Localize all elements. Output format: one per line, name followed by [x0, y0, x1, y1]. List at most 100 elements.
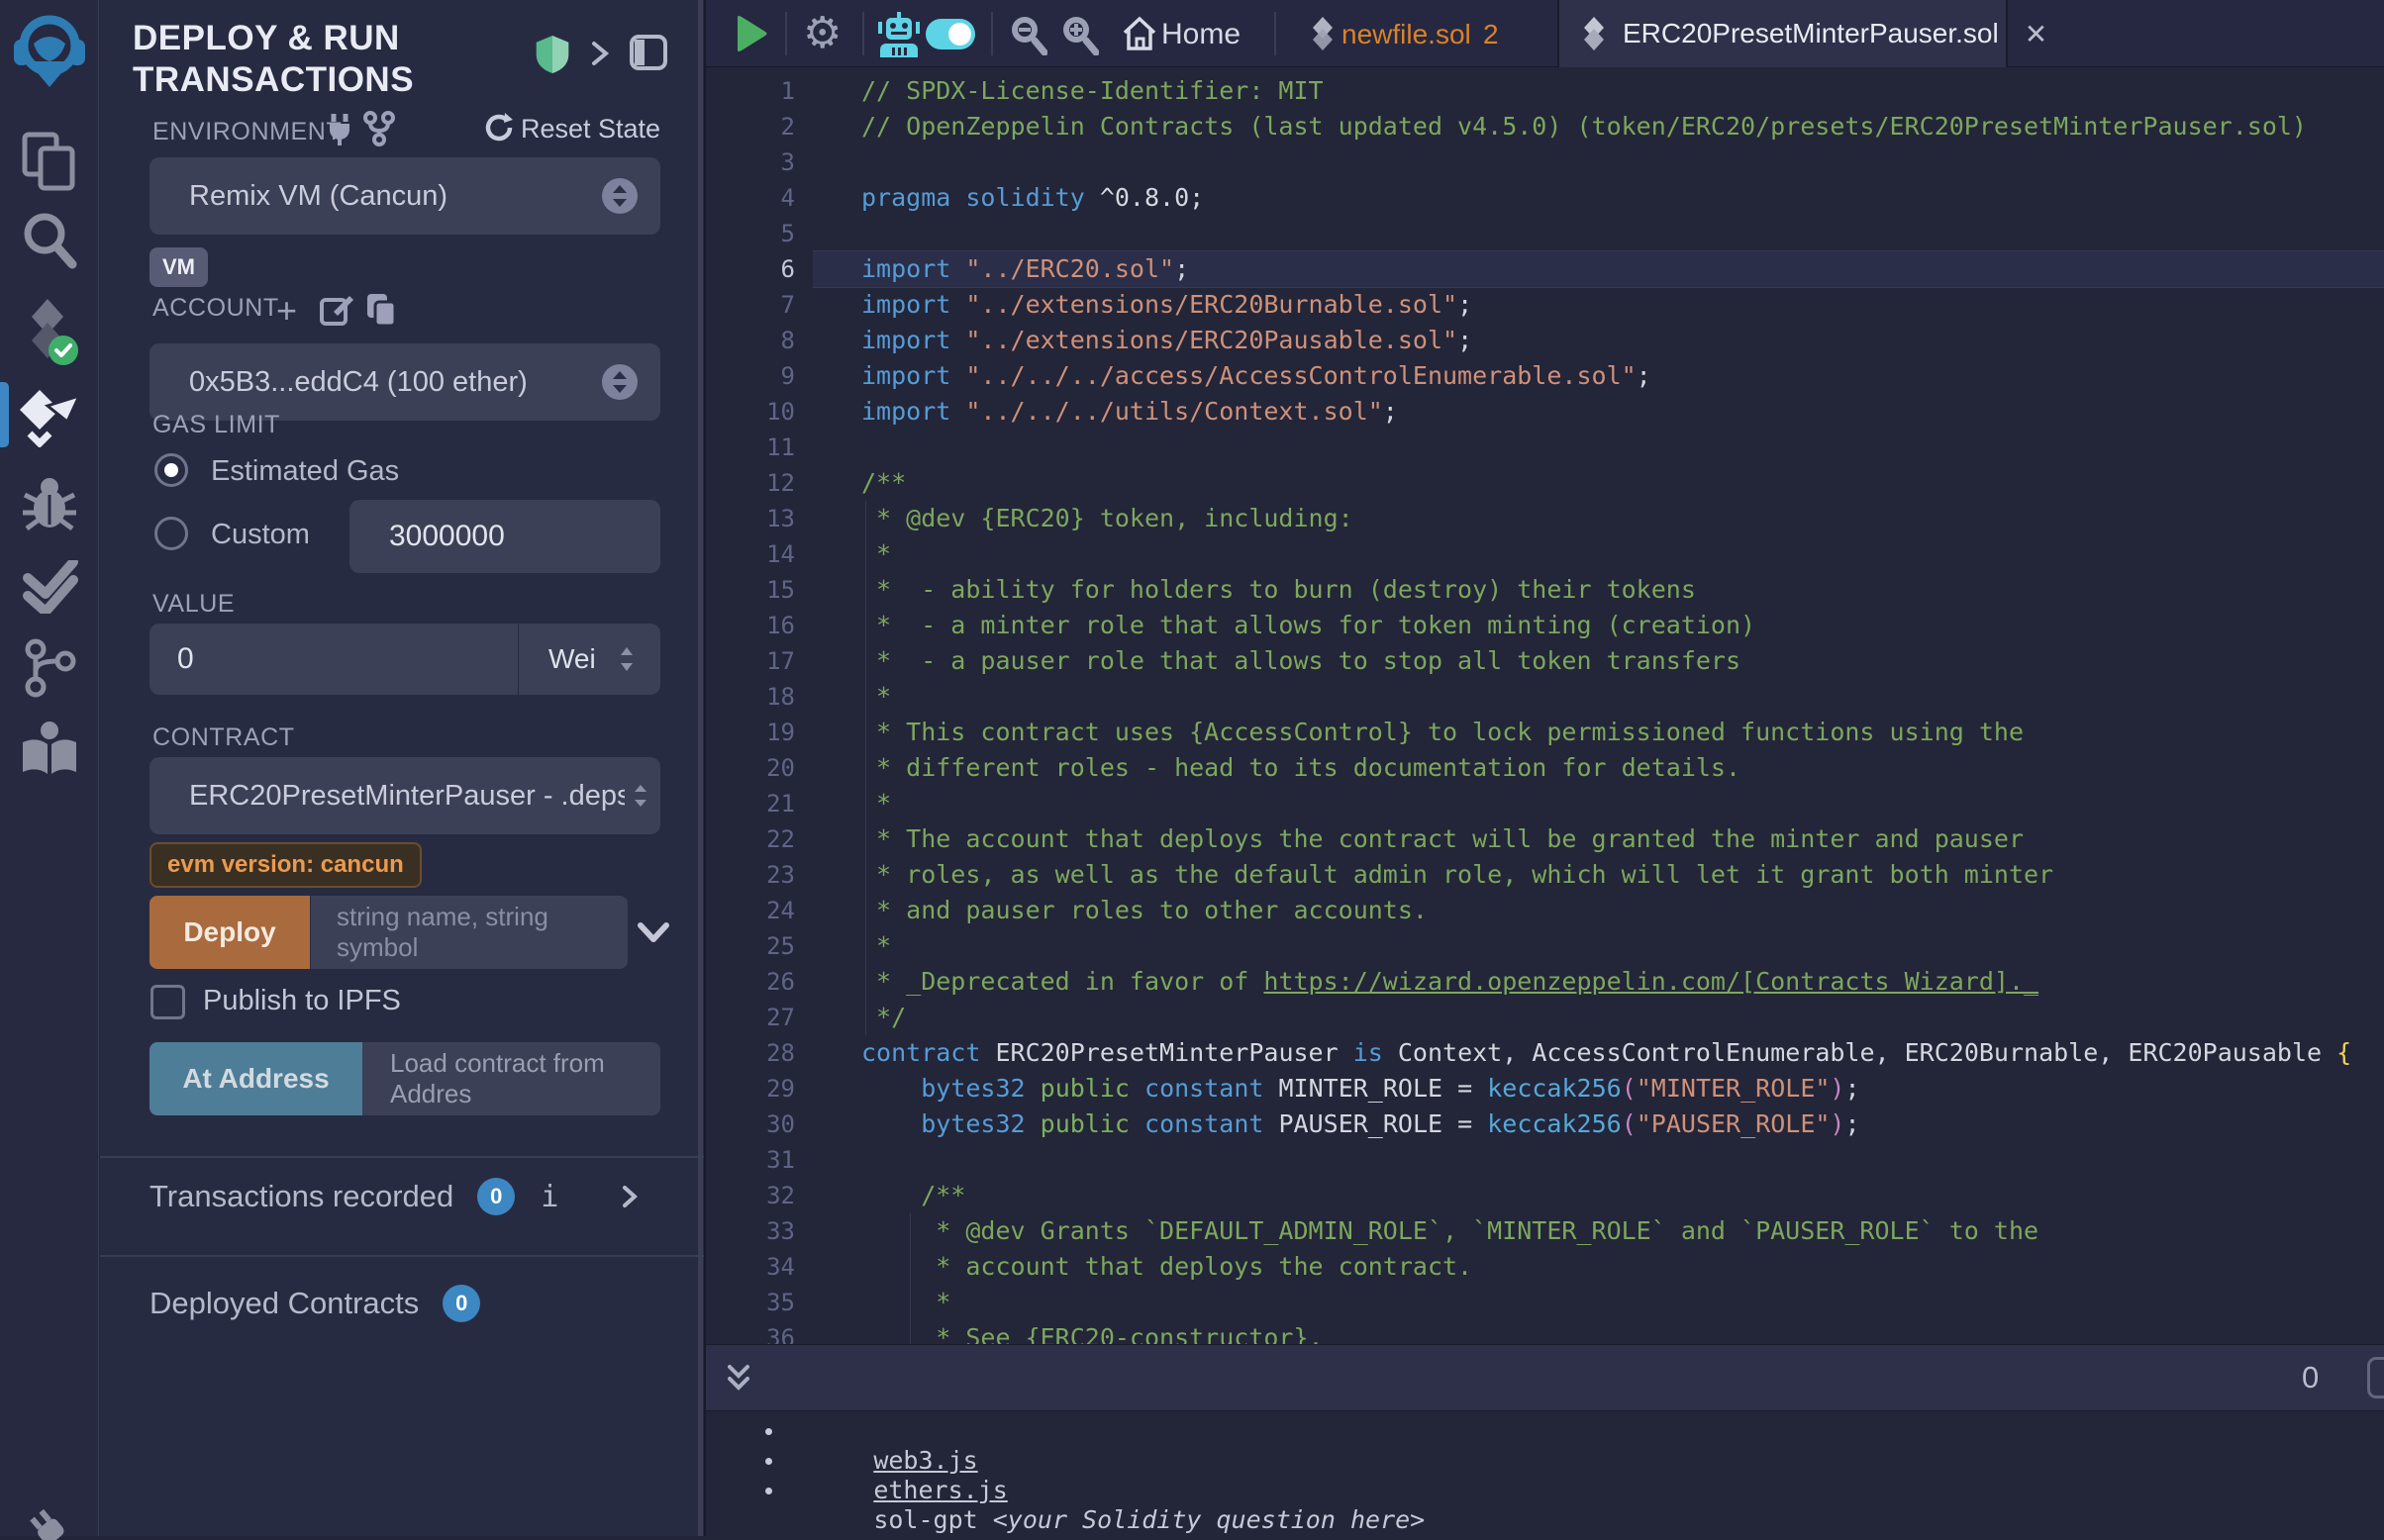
run-script-play-icon[interactable] [736, 15, 767, 52]
deploy-args-input[interactable]: string name, string symbol [311, 896, 628, 969]
value-unit-select[interactable]: Wei [519, 624, 660, 695]
code-line[interactable]: 30 bytes32 public constant PAUSER_ROLE =… [706, 1107, 2384, 1142]
deploy-and-run-icon[interactable] [0, 388, 99, 447]
tab-newfile[interactable]: newfile.sol [1341, 19, 1471, 50]
add-account-icon[interactable]: + [276, 290, 297, 332]
tab-active-erc20presetminterpauser[interactable]: ERC20PresetMinterPauser.sol ✕ [1557, 0, 2008, 67]
indent-guide [910, 1285, 911, 1320]
code-editor[interactable]: 1// SPDX-License-Identifier: MIT2// Open… [706, 67, 2384, 1344]
code-line[interactable]: 35 * [706, 1285, 2384, 1320]
solidity-compiler-icon[interactable] [0, 297, 99, 370]
custom-gas-radio[interactable] [154, 517, 188, 550]
info-icon[interactable]: i [541, 1180, 558, 1214]
ai-robot-icon[interactable] [878, 12, 920, 57]
code-line[interactable]: 11 [706, 430, 2384, 465]
select-stepper-icon [601, 177, 639, 215]
terminal-search-partial[interactable] [2367, 1357, 2384, 1398]
code-line[interactable]: 25 * [706, 928, 2384, 964]
terminal-link-web3[interactable]: web3.js [784, 1416, 978, 1446]
remix-logo[interactable] [0, 14, 99, 89]
code-line[interactable]: 3 [706, 144, 2384, 180]
git-icon[interactable] [0, 637, 99, 699]
code-line[interactable]: 14 * [706, 536, 2384, 572]
code-line[interactable]: 17 * - a pauser role that allows to stop… [706, 643, 2384, 679]
home-icon[interactable] [1121, 15, 1158, 52]
code-line[interactable]: 24 * and pauser roles to other accounts. [706, 893, 2384, 928]
custom-gas-input[interactable]: 3000000 [349, 500, 660, 573]
contract-select[interactable]: ERC20PresetMinterPauser - .deps/ [149, 757, 660, 834]
code-line[interactable]: 1// SPDX-License-Identifier: MIT [706, 73, 2384, 109]
code-line[interactable]: 33 * @dev Grants `DEFAULT_ADMIN_ROLE`, `… [706, 1213, 2384, 1249]
edit-account-icon[interactable] [320, 294, 353, 328]
code-line[interactable]: 6import "../ERC20.sol"; [706, 251, 2384, 287]
script-config-gear-icon[interactable]: ⚙ [803, 8, 842, 58]
environment-select[interactable]: Remix VM (Cancun) [149, 157, 660, 235]
code-line[interactable]: 4pragma solidity ^0.8.0; [706, 180, 2384, 216]
publish-ipfs-checkbox[interactable] [150, 985, 185, 1019]
code-line[interactable]: 7import "../extensions/ERC20Burnable.sol… [706, 287, 2384, 323]
tab-home[interactable]: Home [1161, 18, 1241, 51]
code-line[interactable]: 18 * [706, 679, 2384, 715]
fork-environment-icon[interactable] [363, 111, 395, 146]
code-line[interactable]: 20 * different roles - head to its docum… [706, 750, 2384, 786]
estimated-gas-radio[interactable] [154, 453, 188, 487]
code-line[interactable]: 15 * - ability for holders to burn (dest… [706, 572, 2384, 608]
unit-testing-icon[interactable] [0, 560, 99, 614]
deploy-expand-chevron-icon[interactable] [635, 915, 672, 949]
code-line[interactable]: 12/** [706, 465, 2384, 501]
code-line-text: * _Deprecated in favor of https://wizard… [813, 964, 2384, 1000]
code-line[interactable]: 9import "../../../access/AccessControlEn… [706, 358, 2384, 394]
code-line[interactable]: 13 * @dev {ERC20} token, including: [706, 501, 2384, 536]
close-icon[interactable]: ✕ [2025, 18, 2047, 50]
code-line[interactable]: 27 */ [706, 1000, 2384, 1035]
collapse-panel-chevron-icon[interactable] [589, 36, 611, 71]
ai-copilot-toggle[interactable] [926, 19, 975, 49]
select-stepper-icon [601, 363, 639, 401]
deploy-button[interactable]: Deploy [149, 896, 310, 969]
line-number: 33 [706, 1213, 813, 1249]
at-address-button[interactable]: At Address [149, 1042, 362, 1115]
code-line-text: import "../extensions/ERC20Pausable.sol"… [813, 323, 2384, 358]
zoom-in-icon[interactable] [1059, 14, 1099, 55]
collapse-terminal-chevrons-icon[interactable] [726, 1361, 751, 1396]
code-line[interactable]: 10import "../../../utils/Context.sol"; [706, 394, 2384, 430]
pin-panel-icon[interactable] [629, 34, 668, 71]
copy-account-icon[interactable] [365, 292, 399, 328]
line-number: 29 [706, 1071, 813, 1107]
code-line[interactable]: 29 bytes32 public constant MINTER_ROLE =… [706, 1071, 2384, 1107]
account-select[interactable]: 0x5B3...eddC4 (100 ether) [149, 343, 660, 421]
reset-state-button[interactable] [485, 111, 515, 144]
deployed-contracts-row[interactable]: Deployed Contracts 0 [149, 1285, 480, 1322]
shield-icon[interactable] [536, 36, 569, 73]
code-line[interactable]: 28contract ERC20PresetMinterPauser is Co… [706, 1035, 2384, 1071]
search-icon[interactable] [0, 210, 99, 269]
value-input[interactable]: 0 [149, 624, 518, 695]
code-line[interactable]: 34 * account that deploys the contract. [706, 1249, 2384, 1285]
plug-bottom-icon[interactable] [0, 1500, 99, 1540]
code-line[interactable]: 21 * [706, 786, 2384, 821]
transactions-recorded-row[interactable]: Transactions recorded 0 i [149, 1178, 664, 1215]
code-line[interactable]: 32 /** [706, 1178, 2384, 1213]
panel-scrollbar[interactable] [698, 0, 703, 1536]
line-number: 34 [706, 1249, 813, 1285]
code-line[interactable]: 22 * The account that deploys the contra… [706, 821, 2384, 857]
plug-icon[interactable] [326, 112, 353, 145]
code-line[interactable]: 8import "../extensions/ERC20Pausable.sol… [706, 323, 2384, 358]
zoom-out-icon[interactable] [1008, 14, 1047, 55]
code-line[interactable]: 23 * roles, as well as the default admin… [706, 857, 2384, 893]
reset-state-label[interactable]: Reset State [521, 114, 660, 144]
expand-transactions-chevron-icon[interactable] [620, 1181, 640, 1212]
value-amount: 0 [177, 642, 194, 676]
code-line[interactable]: 16 * - a minter role that allows for tok… [706, 608, 2384, 643]
terminal-link-ethers[interactable]: ethers.js [784, 1446, 1008, 1476]
file-explorer-icon[interactable] [0, 131, 99, 192]
at-address-input[interactable]: Load contract from Addres [362, 1042, 660, 1115]
code-line[interactable]: 26 * _Deprecated in favor of https://wiz… [706, 964, 2384, 1000]
code-line[interactable]: 19 * This contract uses {AccessControl} … [706, 715, 2384, 750]
code-line[interactable]: 36 * See {ERC20-constructor}. [706, 1320, 2384, 1344]
code-line[interactable]: 5 [706, 216, 2384, 251]
code-line[interactable]: 2// OpenZeppelin Contracts (last updated… [706, 109, 2384, 144]
code-line[interactable]: 31 [706, 1142, 2384, 1178]
debugger-icon[interactable] [0, 473, 99, 530]
plugin-manager-icon[interactable] [0, 721, 99, 778]
